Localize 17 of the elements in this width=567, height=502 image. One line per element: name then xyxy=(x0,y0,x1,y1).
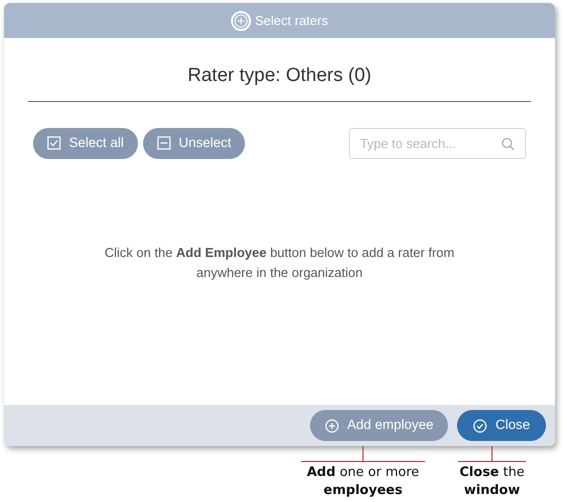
minus-icon xyxy=(156,136,171,150)
add-icon xyxy=(231,10,251,30)
callout-text: Close the window xyxy=(458,464,526,500)
close-button[interactable]: Close xyxy=(457,410,546,441)
check-circle-icon xyxy=(473,418,488,432)
unselect-button[interactable]: Unselect xyxy=(142,128,246,158)
leader-line xyxy=(458,446,526,462)
empty-message: Click on the Add Employee button below to add a rater from anywhere in the organization xyxy=(104,244,456,282)
checkbox-icon xyxy=(47,136,61,150)
rater-type-heading: Rater type: Others (0) xyxy=(28,62,531,102)
dialog-title: Select raters xyxy=(255,12,328,30)
select-all-button[interactable]: Select all xyxy=(33,128,138,158)
add-employee-button[interactable]: Add employee xyxy=(310,410,448,441)
callout-text: Add one or more employees xyxy=(306,464,420,500)
search-icon xyxy=(501,136,515,150)
add-icon xyxy=(325,418,340,432)
search-field[interactable]: Type to search... xyxy=(349,128,526,158)
